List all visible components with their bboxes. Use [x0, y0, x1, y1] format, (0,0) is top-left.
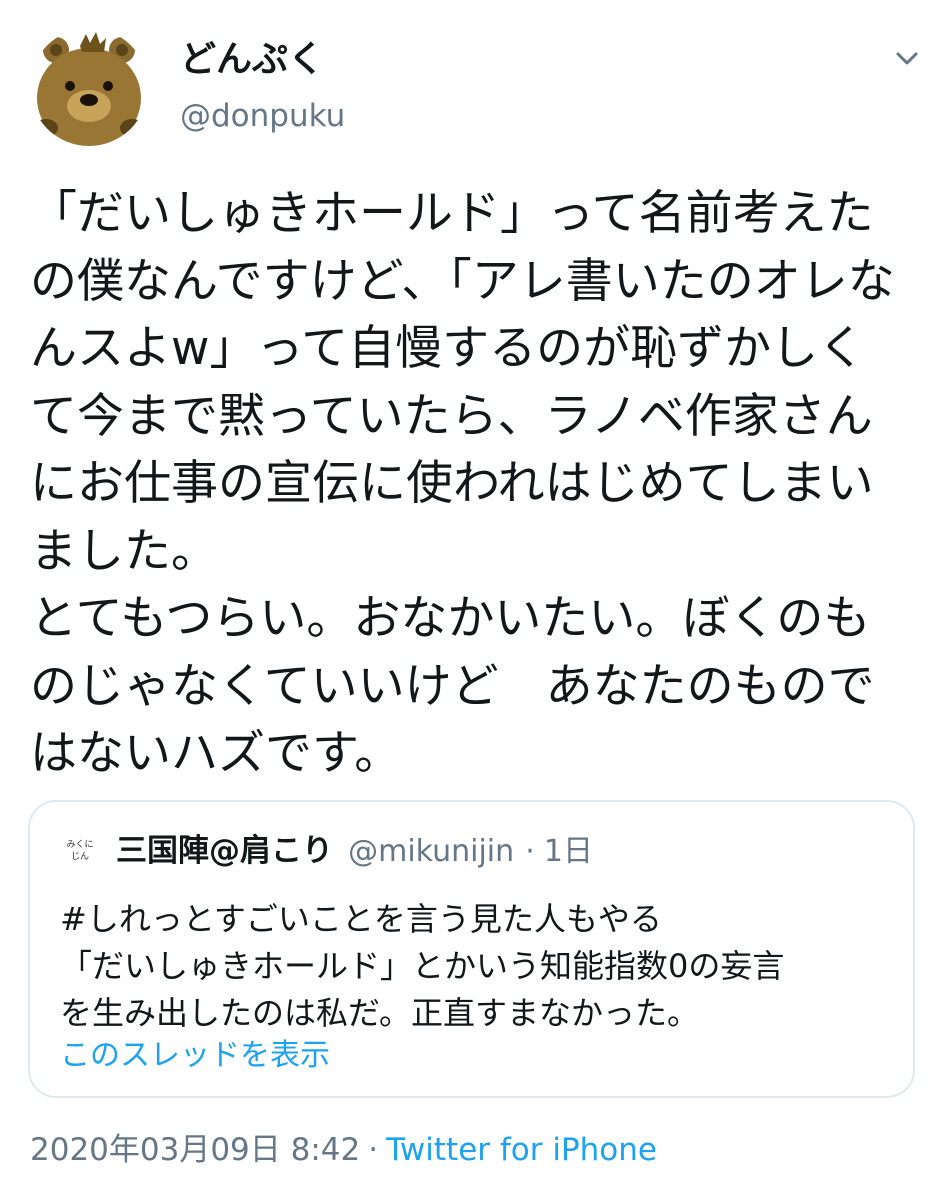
- tweet-meta: 2020年03月09日 8:42 · Twitter for iPhone: [30, 1128, 657, 1172]
- meta-separator: ·: [368, 1132, 379, 1168]
- bear-avatar-icon[interactable]: [30, 28, 148, 146]
- quoted-tweet-card[interactable]: みくに じん 三国陣@肩こり @mikunijin · 1日 #しれっとすごいこ…: [28, 800, 915, 1098]
- quoted-display-name: 三国陣@肩こり: [116, 833, 333, 869]
- author-display-name[interactable]: どんぷく: [180, 38, 324, 82]
- tweet-detail: どんぷく @donpuku 「だいしゅきホールド」って名前考えたの僕なんですけど…: [0, 0, 945, 1200]
- quoted-tweet-text: #しれっとすごいことを言う見た人もやる 「だいしゅきホールド」とかいう知能指数0…: [60, 900, 785, 1032]
- quoted-header: 三国陣@肩こり @mikunijin · 1日: [116, 828, 593, 874]
- tweet-source-link[interactable]: Twitter for iPhone: [386, 1132, 657, 1168]
- tweet-text: 「だいしゅきホールド」って名前考えたの僕なんですけど、「アレ書いたのオレなんスよ…: [30, 186, 895, 781]
- quoted-avatar-text-1: みくに: [66, 840, 94, 850]
- chevron-down-icon[interactable]: [890, 44, 924, 74]
- quoted-timestamp: 1日: [543, 834, 593, 869]
- quoted-avatar-text-2: じん: [70, 852, 89, 862]
- quoted-handle: @mikunijin: [348, 834, 515, 869]
- quoted-separator: ·: [525, 834, 535, 869]
- tweet-timestamp[interactable]: 2020年03月09日 8:42: [30, 1132, 360, 1168]
- quoted-avatar: みくに じん: [62, 834, 98, 870]
- show-thread-link[interactable]: このスレッドを表示: [60, 1034, 330, 1078]
- author-handle[interactable]: @donpuku: [180, 96, 345, 136]
